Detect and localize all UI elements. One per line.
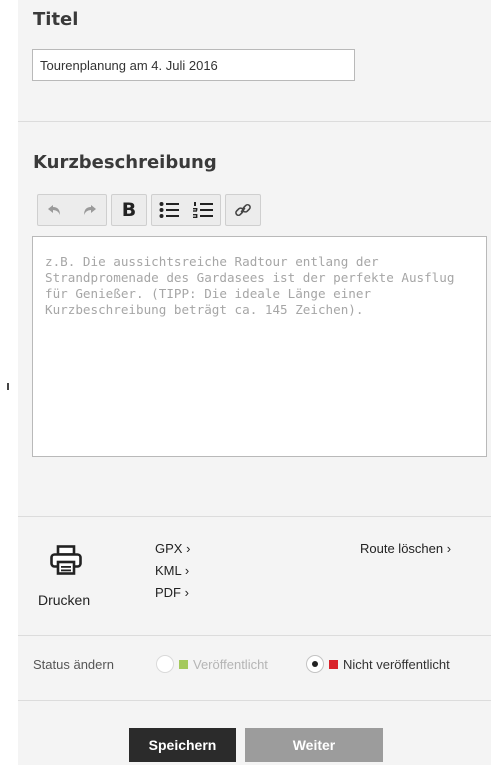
export-pdf-link[interactable]: PDF › — [155, 585, 189, 600]
save-button[interactable]: Speichern — [129, 728, 236, 762]
published-swatch — [179, 659, 188, 669]
title-heading: Titel — [33, 9, 79, 30]
list-group — [151, 194, 221, 226]
title-input[interactable] — [32, 49, 355, 81]
link-group — [225, 194, 261, 226]
unpublished-swatch — [329, 659, 338, 669]
description-heading: Kurzbeschreibung — [33, 152, 217, 173]
link-button[interactable] — [226, 195, 260, 225]
redo-button[interactable] — [72, 195, 106, 225]
bold-icon: B — [121, 199, 137, 221]
print-label: Drucken — [38, 592, 91, 608]
redo-icon — [84, 205, 96, 215]
numbered-list-button[interactable] — [186, 195, 220, 225]
divider-top — [18, 121, 491, 122]
delete-route-link[interactable]: Route löschen › — [360, 541, 451, 556]
print-button[interactable]: Drucken — [36, 545, 102, 609]
numbered-list-icon — [193, 202, 213, 218]
radio-selected-dot — [312, 661, 318, 667]
divider-middle — [18, 516, 491, 517]
next-button[interactable]: Weiter — [245, 728, 383, 762]
bullet-list-icon — [159, 202, 179, 218]
status-option-published[interactable]: Veröffentlicht — [156, 655, 268, 673]
printer-icon — [50, 545, 82, 575]
divider-status — [18, 635, 491, 636]
radio-unpublished[interactable] — [306, 655, 324, 673]
published-label: Veröffentlicht — [193, 656, 268, 672]
undo-button[interactable] — [38, 195, 72, 225]
margin-mark — [7, 383, 9, 390]
unpublished-label: Nicht veröffentlicht — [343, 656, 450, 672]
divider-bottom — [18, 700, 491, 701]
status-label: Status ändern — [33, 657, 114, 672]
description-textarea[interactable] — [32, 236, 487, 457]
bullet-list-button[interactable] — [152, 195, 186, 225]
export-gpx-link[interactable]: GPX › — [155, 541, 190, 556]
status-option-unpublished[interactable]: Nicht veröffentlicht — [306, 655, 450, 673]
bold-button[interactable]: B — [112, 195, 146, 225]
radio-published[interactable] — [156, 655, 174, 673]
link-icon — [235, 203, 251, 217]
history-group — [37, 194, 107, 226]
format-group: B — [111, 194, 147, 226]
editor-toolbar: B — [37, 194, 261, 226]
export-kml-link[interactable]: KML › — [155, 563, 189, 578]
undo-icon — [48, 205, 60, 215]
